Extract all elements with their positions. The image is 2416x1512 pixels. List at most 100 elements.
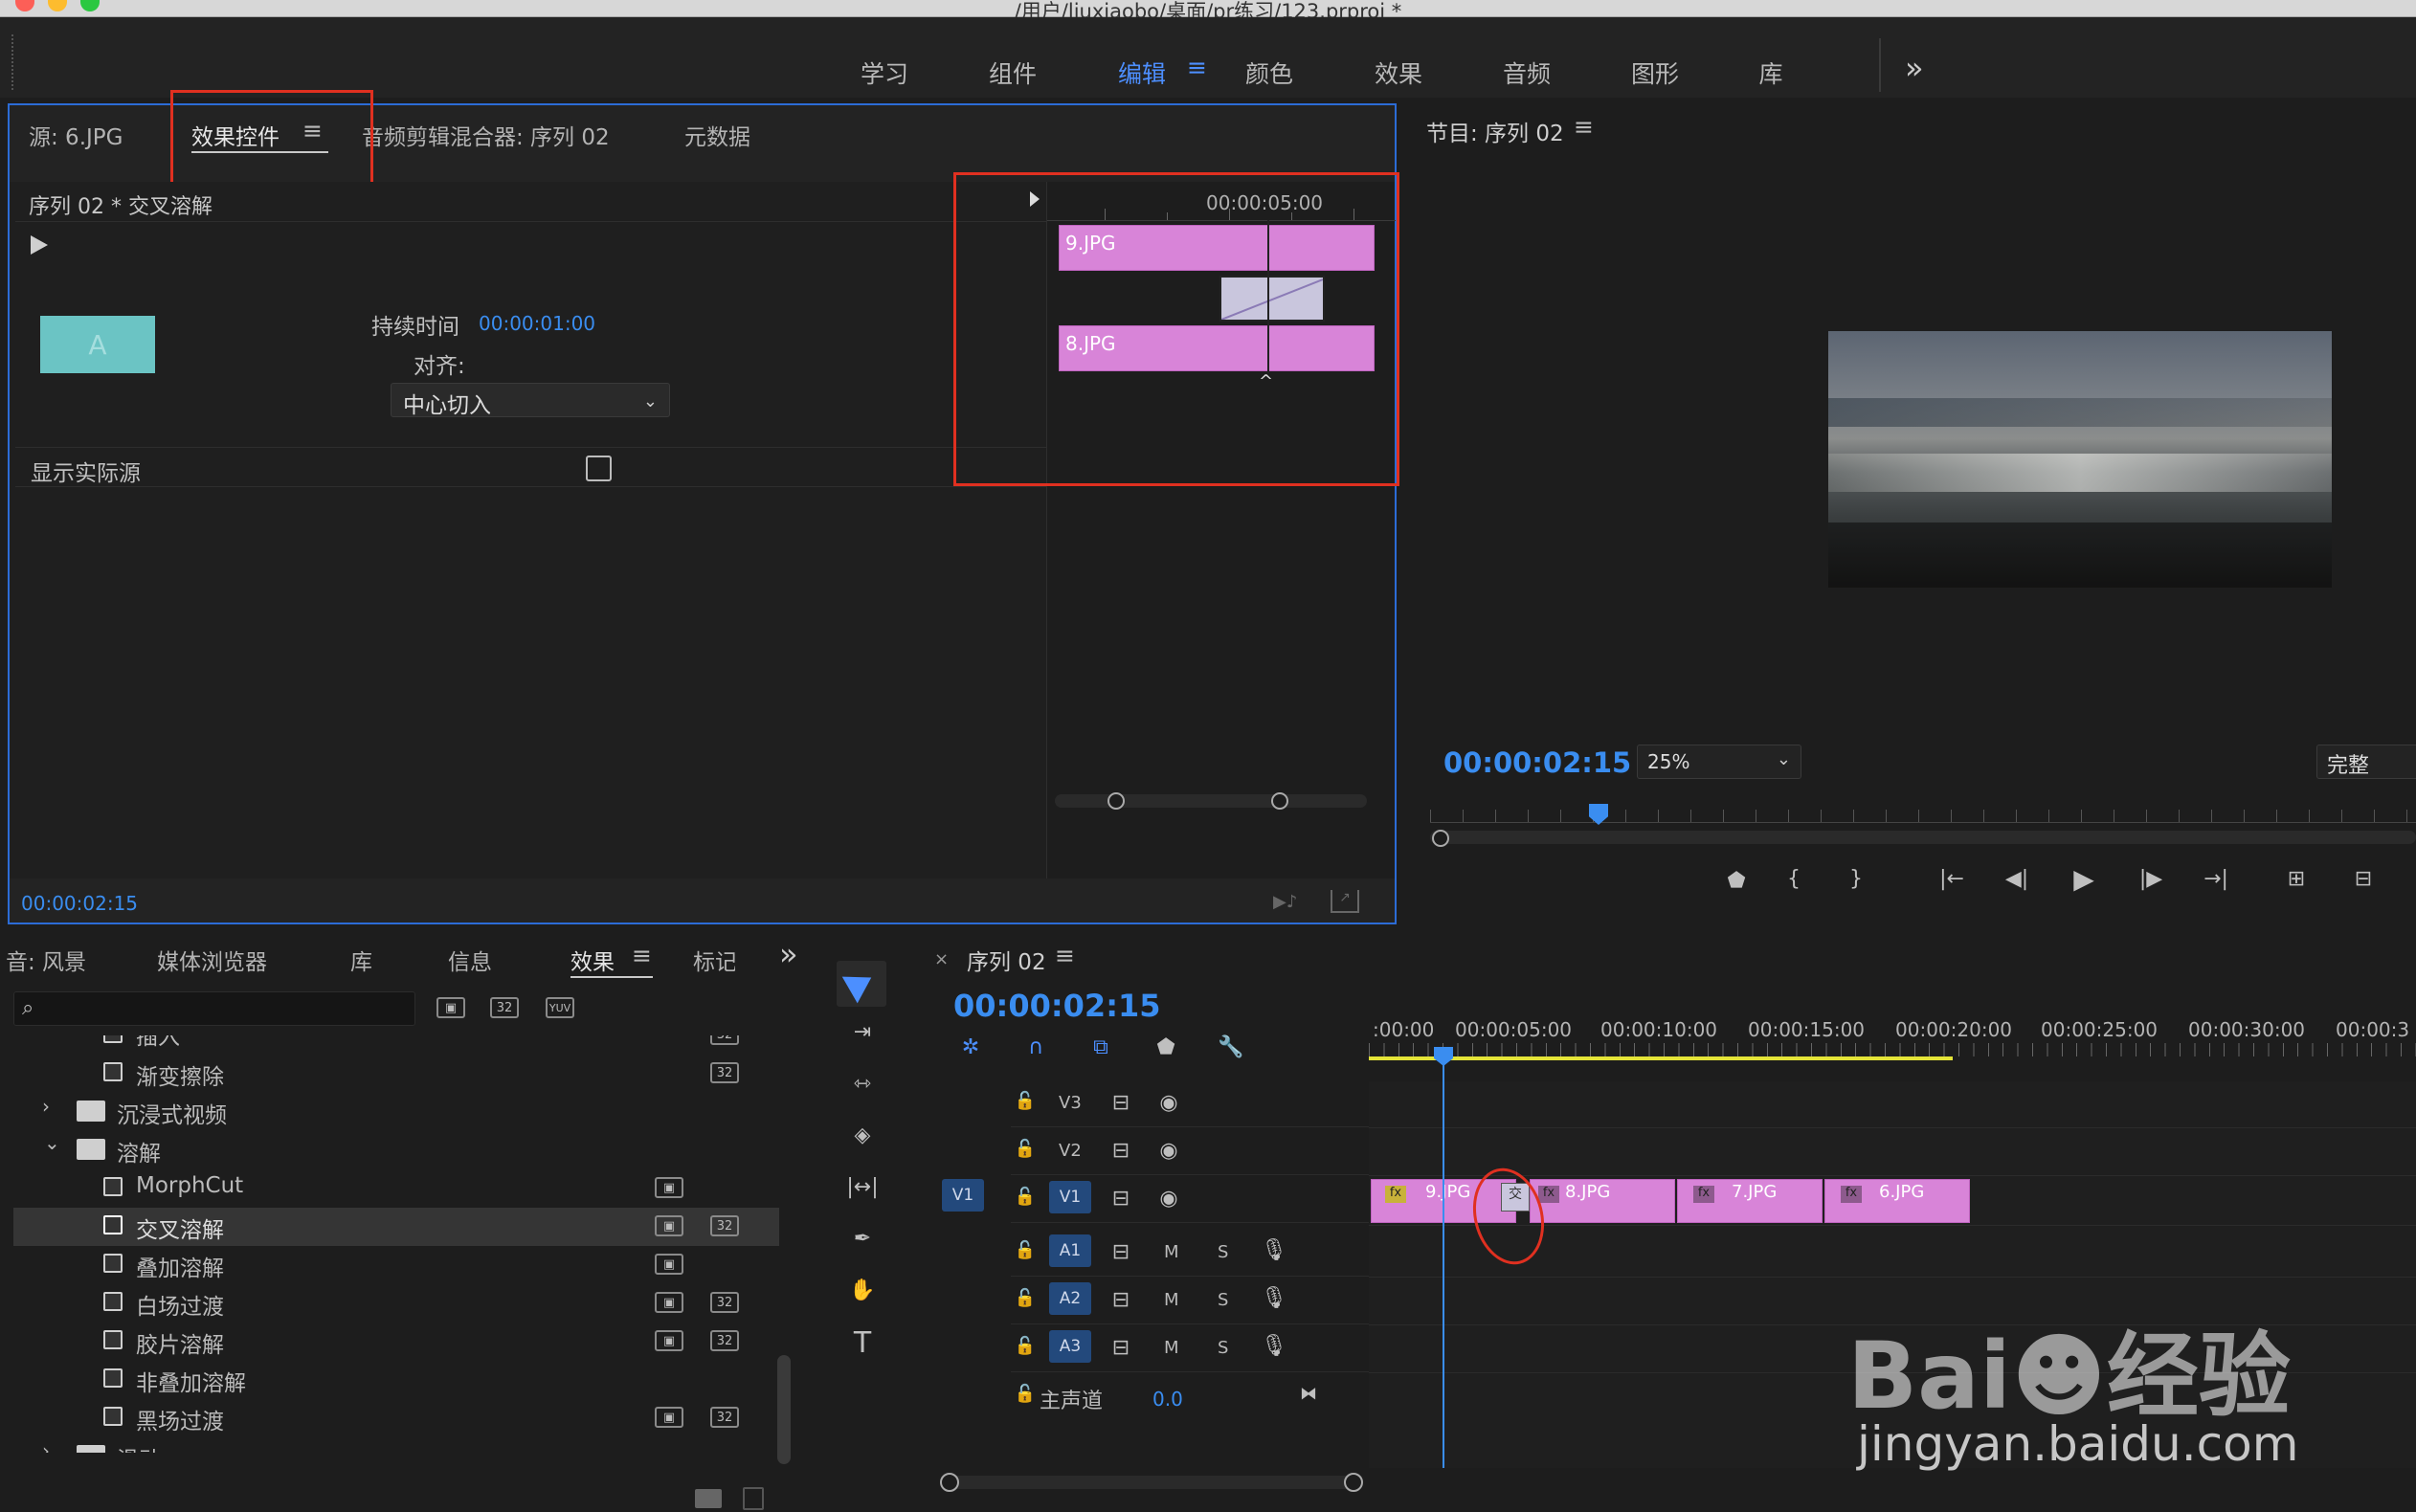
lock-icon[interactable]: 🔓 (1011, 1288, 1040, 1308)
program-scrub-bar[interactable] (1430, 804, 2416, 847)
sequence-tab-title[interactable]: 序列 02 (967, 944, 1046, 976)
razor-tool-icon[interactable]: ◈ (839, 1123, 886, 1147)
eye-icon[interactable]: ◉ (1154, 1091, 1183, 1115)
timeline-timecode[interactable]: 00:00:02:15 (953, 988, 1161, 1024)
ripple-edit-tool-icon[interactable]: ⇿ (839, 1072, 886, 1096)
step-back-icon[interactable]: ◀| (1993, 867, 2041, 891)
sync-lock-icon[interactable]: ⊟ (1107, 1288, 1135, 1312)
tab-markers[interactable]: 标记 (693, 944, 735, 976)
more-workspaces-icon[interactable]: » (1905, 50, 1924, 86)
tab-project[interactable]: 音: 风景 (6, 944, 86, 976)
new-bin-icon[interactable] (695, 1489, 722, 1508)
tab-info[interactable]: 信息 (448, 944, 492, 976)
timeline-playhead-handle[interactable] (1434, 1047, 1453, 1066)
step-forward-icon[interactable]: |▶ (2127, 867, 2175, 891)
snap-magnet-icon[interactable]: ∩ (1020, 1035, 1051, 1059)
lift-icon[interactable]: ⊞ (2272, 867, 2320, 891)
track-target-a2[interactable]: A2 (1049, 1282, 1091, 1315)
tab-metadata[interactable]: 元数据 (684, 119, 750, 151)
workspace-tab-effects[interactable]: 效果 (1375, 56, 1422, 90)
timeline-playhead-line[interactable] (1443, 1056, 1444, 1468)
track-target-a3[interactable]: A3 (1049, 1330, 1091, 1363)
program-zoom-bar[interactable] (1430, 831, 2416, 844)
tab-media-browser[interactable]: 媒体浏览器 (157, 944, 267, 976)
trash-icon[interactable] (743, 1487, 764, 1510)
zoom-dropdown[interactable]: 25% ⌄ (1637, 745, 1801, 779)
tree-folder-dissolve[interactable]: ⌄ 溶解 (13, 1131, 779, 1169)
tree-item-cross-dissolve[interactable]: 交叉溶解 ▣ 32 (13, 1208, 779, 1246)
show-actual-sources-checkbox[interactable] (586, 456, 612, 481)
sync-lock-icon[interactable]: ⊟ (1107, 1091, 1135, 1115)
tree-item-dip-to-black[interactable]: 黑场过渡 ▣ 32 (13, 1399, 779, 1437)
filter-audio-icon[interactable]: ▶♪ (1273, 892, 1300, 913)
program-timecode[interactable]: 00:00:02:15 (1443, 746, 1631, 779)
sync-lock-icon[interactable]: ⊟ (1107, 1187, 1135, 1211)
sync-lock-icon[interactable]: ⊟ (1107, 1139, 1135, 1163)
mute-button[interactable]: M (1164, 1242, 1179, 1262)
eye-icon[interactable]: ◉ (1154, 1139, 1183, 1163)
workspace-tab-learn[interactable]: 学习 (861, 56, 908, 90)
go-to-in-icon[interactable]: |← (1928, 867, 1976, 891)
pen-tool-icon[interactable]: ✒ (839, 1227, 886, 1251)
microphone-icon[interactable]: 🎙 (1260, 1238, 1288, 1262)
timeline-settings-wrench-icon[interactable]: 🔧 (1216, 1035, 1246, 1059)
lock-icon[interactable]: 🔓 (1011, 1187, 1040, 1207)
lock-icon[interactable]: 🔓 (1011, 1384, 1040, 1404)
tree-item-dip-to-white[interactable]: 白场过渡 ▣ 32 (13, 1284, 779, 1323)
tree-item-gradient-wipe[interactable]: 渐变擦除 32 (13, 1055, 779, 1093)
zoom-handle-right[interactable] (1271, 792, 1288, 810)
play-transition-icon[interactable] (31, 235, 48, 255)
track-target-a1[interactable]: A1 (1049, 1234, 1091, 1267)
work-area-bar[interactable] (1369, 1056, 1953, 1060)
effects-scrollbar[interactable] (777, 1355, 791, 1464)
microphone-icon[interactable]: 🎙 (1260, 1286, 1288, 1310)
linked-selection-icon[interactable]: ⧉ (1085, 1035, 1116, 1059)
32bit-effects-icon[interactable]: 32 (490, 997, 519, 1018)
tree-folder-immersive-video[interactable]: › 沉浸式视频 (13, 1093, 779, 1131)
program-menu-icon[interactable]: ≡ (1574, 113, 1594, 141)
sequence-menu-icon[interactable]: ≡ (1055, 942, 1075, 969)
more-tabs-icon[interactable]: » (779, 936, 798, 972)
tree-item-additive-dissolve[interactable]: 叠加溶解 ▣ (13, 1246, 779, 1284)
solo-button[interactable]: S (1218, 1338, 1228, 1358)
lock-icon[interactable]: 🔓 (1011, 1139, 1040, 1159)
timeline-zoom-scrollbar[interactable] (940, 1473, 1363, 1492)
sync-lock-icon[interactable]: ⊟ (1107, 1240, 1135, 1264)
close-sequence-icon[interactable]: × (934, 949, 949, 969)
slip-tool-icon[interactable]: |↔| (839, 1175, 886, 1199)
workspace-tab-libraries[interactable]: 库 (1758, 56, 1782, 90)
mute-button[interactable]: M (1164, 1338, 1179, 1358)
zoom-handle-right[interactable] (1344, 1473, 1363, 1492)
eye-icon[interactable]: ◉ (1154, 1187, 1183, 1211)
track-target-v1[interactable]: V1 (1049, 1181, 1091, 1213)
zoom-handle[interactable] (1432, 830, 1449, 847)
yuv-effects-icon[interactable]: YUV (546, 997, 574, 1018)
lock-icon[interactable]: 🔓 (1011, 1091, 1040, 1111)
lock-icon[interactable]: 🔓 (1011, 1240, 1040, 1260)
go-to-end-icon[interactable]: ⧓ (1294, 1384, 1323, 1404)
mark-out-icon[interactable]: } (1837, 867, 1875, 891)
workspace-tab-audio[interactable]: 音频 (1503, 56, 1551, 90)
quality-dropdown[interactable]: 完整 (2316, 745, 2416, 779)
tree-item-film-dissolve[interactable]: 胶片溶解 ▣ 32 (13, 1323, 779, 1361)
sync-lock-icon[interactable]: ⊟ (1107, 1336, 1135, 1360)
track-select-tool-icon[interactable]: ⇥ (839, 1020, 886, 1044)
zoom-handle-left[interactable] (940, 1473, 959, 1492)
timeline-clip-7[interactable]: fx 7.JPG (1677, 1179, 1823, 1223)
effects-menu-icon[interactable]: ≡ (632, 942, 652, 969)
solo-button[interactable]: S (1218, 1242, 1228, 1262)
tab-audio-clip-mixer[interactable]: 音频剪辑混合器: 序列 02 (362, 119, 610, 151)
tree-item-morphcut[interactable]: MorphCut ▣ (13, 1169, 779, 1208)
tab-source[interactable]: 源: 6.JPG (29, 119, 123, 151)
duration-value[interactable]: 00:00:01:00 (479, 312, 595, 335)
play-icon[interactable]: ▶ (2060, 863, 2108, 895)
source-patch-v1[interactable]: V1 (942, 1179, 984, 1212)
type-tool-icon[interactable]: T (839, 1326, 886, 1360)
microphone-icon[interactable]: 🎙 (1260, 1334, 1288, 1358)
solo-button[interactable]: S (1218, 1290, 1228, 1310)
tab-effects[interactable]: 效果 (570, 944, 615, 976)
mute-button[interactable]: M (1164, 1290, 1179, 1310)
extract-icon[interactable]: ⊟ (2339, 867, 2387, 891)
workspace-tab-graphics[interactable]: 图形 (1631, 56, 1679, 90)
tree-folder-slide[interactable]: › 滑动 (13, 1437, 779, 1453)
